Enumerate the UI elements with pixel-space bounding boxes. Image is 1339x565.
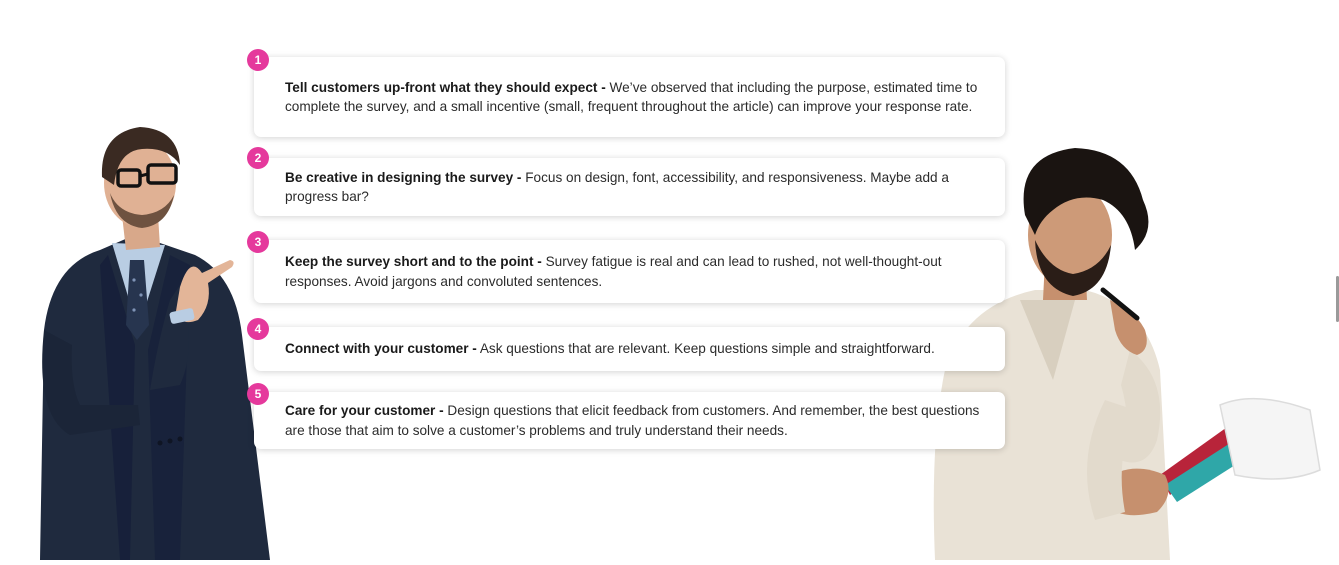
- tip-title-1: Tell customers up-front what they should…: [285, 79, 606, 95]
- tip-title-5: Care for your customer -: [285, 403, 444, 418]
- tip-number-badge-5: 5: [247, 383, 269, 405]
- tip-text-1: Tell customers up-front what they should…: [285, 78, 991, 117]
- tip-body-4: Ask questions that are relevant. Keep qu…: [476, 341, 935, 357]
- tip-number-badge-2: 2: [247, 147, 269, 169]
- tip-text-5: Care for your customer - Design question…: [285, 401, 991, 440]
- tip-text-2: Be creative in designing the survey - Fo…: [285, 168, 991, 207]
- tip-number-badge-3: 3: [247, 231, 269, 253]
- tip-text-3: Keep the survey short and to the point -…: [285, 252, 991, 291]
- tip-text-4: Connect with your customer - Ask questio…: [285, 339, 935, 359]
- tip-title-3: Keep the survey short and to the point -: [285, 254, 542, 269]
- tip-number-badge-4: 4: [247, 318, 269, 340]
- tip-card-1: Tell customers up-front what they should…: [254, 57, 1005, 137]
- tip-card-4: Connect with your customer - Ask questio…: [254, 327, 1005, 371]
- tip-card-2: Be creative in designing the survey - Fo…: [254, 158, 1005, 216]
- tip-title-4: Connect with your customer -: [285, 341, 477, 357]
- tip-card-3: Keep the survey short and to the point -…: [254, 240, 1005, 303]
- tip-title-2: Be creative in designing the survey -: [285, 169, 522, 185]
- tip-number-badge-1: 1: [247, 49, 269, 71]
- tip-card-5: Care for your customer - Design question…: [254, 392, 1005, 449]
